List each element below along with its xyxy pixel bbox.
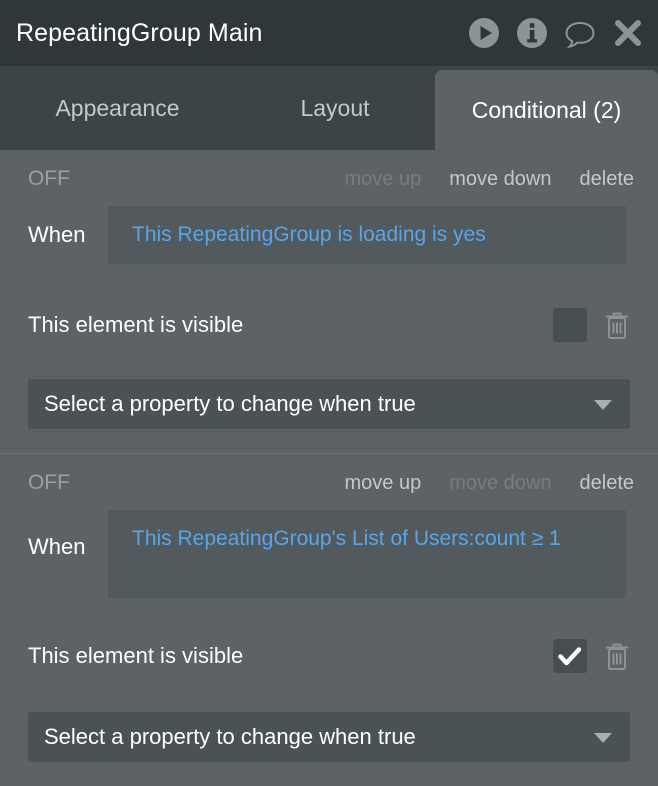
- titlebar-icon-group: [468, 17, 644, 49]
- condition-toggle[interactable]: OFF: [28, 166, 70, 192]
- property-label: This element is visible: [28, 312, 244, 337]
- property-row: This element is visible: [0, 636, 658, 676]
- property-checkbox[interactable]: [553, 639, 587, 673]
- move-down-button[interactable]: move down: [449, 470, 551, 496]
- when-label: When: [28, 222, 86, 247]
- play-icon[interactable]: [468, 17, 500, 49]
- property-select-label: Select a property to change when true: [44, 724, 416, 749]
- window-title: RepeatingGroup Main: [16, 18, 263, 47]
- info-icon[interactable]: [516, 17, 548, 49]
- close-icon[interactable]: [612, 17, 644, 49]
- property-select-label: Select a property to change when true: [44, 391, 416, 416]
- tab-strip: Appearance Layout Conditional (2): [0, 66, 658, 150]
- comment-icon[interactable]: [564, 17, 596, 49]
- when-expression-text: This RepeatingGroup's List of Users:coun…: [132, 527, 561, 550]
- property-label: This element is visible: [28, 643, 244, 668]
- window-titlebar: RepeatingGroup Main: [0, 0, 658, 66]
- when-expression-field[interactable]: This RepeatingGroup's List of Users:coun…: [108, 510, 626, 598]
- condition-block: OFF move up move down delete When This R…: [0, 453, 658, 786]
- condition-toggle[interactable]: OFF: [28, 470, 70, 496]
- property-checkbox[interactable]: [553, 308, 587, 342]
- move-up-button[interactable]: move up: [345, 166, 422, 192]
- delete-condition-button[interactable]: delete: [580, 470, 635, 496]
- when-expression-field[interactable]: This RepeatingGroup is loading is yes: [108, 206, 626, 264]
- property-row: This element is visible: [0, 305, 658, 345]
- move-up-button[interactable]: move up: [345, 470, 422, 496]
- condition-header: OFF move up move down delete: [0, 470, 658, 496]
- condition-header: OFF move up move down delete: [0, 166, 658, 192]
- when-label: When: [28, 534, 86, 559]
- tab-layout[interactable]: Layout: [235, 66, 435, 150]
- chevron-down-icon: [594, 733, 612, 743]
- tab-appearance[interactable]: Appearance: [0, 66, 235, 150]
- condition-block: OFF move up move down delete When This R…: [0, 150, 658, 453]
- tab-conditional[interactable]: Conditional (2): [435, 70, 658, 150]
- chevron-down-icon: [594, 400, 612, 410]
- move-down-button[interactable]: move down: [449, 166, 551, 192]
- condition-actions: move up move down delete: [345, 470, 635, 496]
- trash-icon[interactable]: [602, 309, 632, 341]
- property-select[interactable]: Select a property to change when true: [28, 379, 630, 429]
- condition-actions: move up move down delete: [345, 166, 635, 192]
- delete-condition-button[interactable]: delete: [580, 166, 635, 192]
- when-expression-text: This RepeatingGroup is loading is yes: [132, 223, 486, 246]
- property-select[interactable]: Select a property to change when true: [28, 712, 630, 762]
- trash-icon[interactable]: [602, 640, 632, 672]
